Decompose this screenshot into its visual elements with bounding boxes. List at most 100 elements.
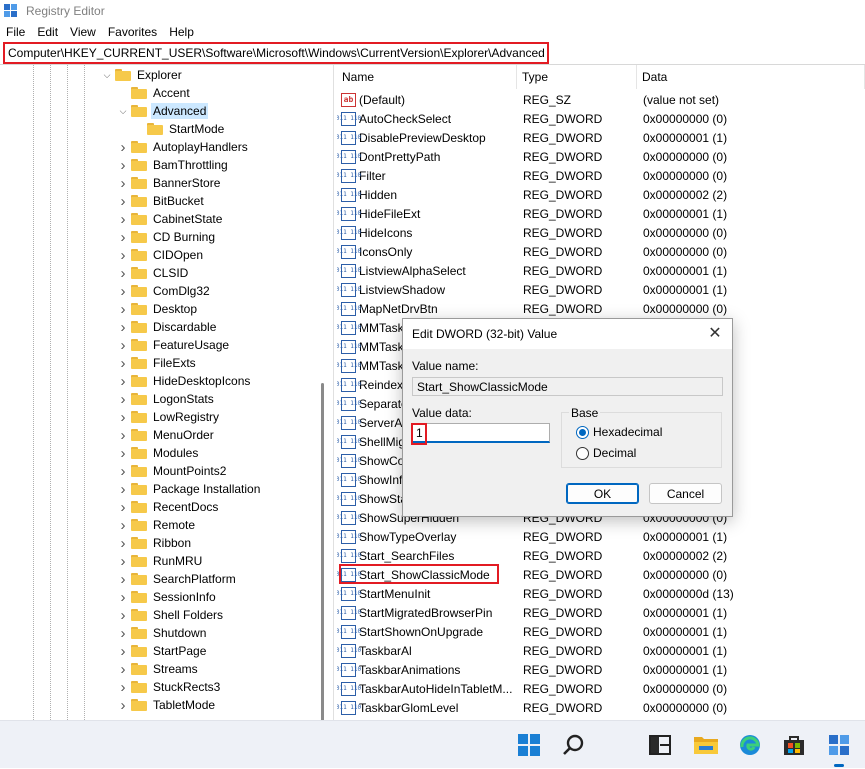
chevron-right-icon[interactable]: ›: [117, 228, 129, 246]
tree-item[interactable]: › Remote: [117, 516, 197, 534]
store-button[interactable]: [776, 721, 812, 769]
column-data[interactable]: Data: [637, 65, 865, 89]
chevron-right-icon[interactable]: ›: [117, 606, 129, 624]
value-row[interactable]: 011 110 DontPrettyPath REG_DWORD 0x00000000…: [337, 147, 865, 166]
value-row[interactable]: 011 110 ListviewShadow REG_DWORD 0x00000001…: [337, 280, 865, 299]
chevron-right-icon[interactable]: ›: [117, 408, 129, 426]
chevron-right-icon[interactable]: ›: [117, 282, 129, 300]
chevron-right-icon[interactable]: ›: [117, 174, 129, 192]
value-row[interactable]: 011 110 IconsOnly REG_DWORD 0x00000000 (0): [337, 242, 865, 261]
value-row[interactable]: 011 110 TaskbarAnimations REG_DWORD 0x00000…: [337, 660, 865, 679]
chevron-right-icon[interactable]: ›: [117, 336, 129, 354]
chevron-right-icon[interactable]: ›: [117, 642, 129, 660]
value-row[interactable]: 011 110 TaskbarGlomLevel REG_DWORD 0x000000…: [337, 698, 865, 717]
tree-item[interactable]: › Shutdown: [117, 624, 208, 642]
value-row[interactable]: ab (Default) REG_SZ (value not set): [337, 90, 865, 109]
chevron-right-icon[interactable]: ›: [117, 444, 129, 462]
tree-item[interactable]: › BitBucket: [117, 192, 206, 210]
column-type[interactable]: Type: [517, 65, 637, 89]
tree-item[interactable]: › Discardable: [117, 318, 218, 336]
column-name[interactable]: Name: [337, 65, 517, 89]
menu-view[interactable]: View: [64, 25, 102, 39]
regedit-taskbar-button[interactable]: [821, 721, 857, 769]
tree-item[interactable]: › HideDesktopIcons: [117, 372, 252, 390]
tree-item[interactable]: › CLSID: [117, 264, 190, 282]
tree-item[interactable]: › MenuOrder: [117, 426, 216, 444]
tree-item[interactable]: › Desktop: [117, 300, 199, 318]
value-row[interactable]: 011 110 ShowTypeOverlay REG_DWORD 0x0000000…: [337, 527, 865, 546]
chevron-right-icon[interactable]: ›: [117, 318, 129, 336]
chevron-right-icon[interactable]: ›: [117, 246, 129, 264]
value-row[interactable]: 011 110 TaskbarAl REG_DWORD 0x00000001 (1): [337, 641, 865, 660]
chevron-right-icon[interactable]: ›: [117, 210, 129, 228]
tree-item[interactable]: › Package Installation: [117, 480, 262, 498]
menu-edit[interactable]: Edit: [31, 25, 64, 39]
chevron-down-icon[interactable]: ⌵: [117, 102, 129, 120]
tree-item[interactable]: › BannerStore: [117, 174, 222, 192]
chevron-right-icon[interactable]: ›: [117, 498, 129, 516]
tree-item[interactable]: › Shell Folders: [117, 606, 225, 624]
chevron-right-icon[interactable]: ›: [117, 660, 129, 678]
tree-item[interactable]: › AutoplayHandlers: [117, 138, 250, 156]
tree-scrollbar[interactable]: [316, 65, 330, 723]
tree-item[interactable]: › LogonStats: [117, 390, 216, 408]
chevron-right-icon[interactable]: ›: [117, 588, 129, 606]
key-tree-pane[interactable]: ⌵ Explorer Accent ⌵ Advanced StartMode › Autopl…: [0, 65, 330, 720]
tree-scrollbar-thumb[interactable]: [321, 383, 324, 723]
value-data-input[interactable]: 1: [412, 423, 550, 443]
chevron-right-icon[interactable]: ›: [117, 390, 129, 408]
tree-item[interactable]: › SessionInfo: [117, 588, 218, 606]
decimal-radio[interactable]: Decimal: [576, 446, 636, 460]
chevron-right-icon[interactable]: ›: [117, 426, 129, 444]
tree-item[interactable]: › Modules: [117, 444, 200, 462]
menu-file[interactable]: File: [0, 25, 31, 39]
chevron-right-icon[interactable]: ›: [117, 678, 129, 696]
chevron-right-icon[interactable]: ›: [117, 264, 129, 282]
chevron-right-icon[interactable]: ›: [117, 552, 129, 570]
value-row[interactable]: 011 110 DisablePreviewDesktop REG_DWORD 0x0…: [337, 128, 865, 147]
file-explorer-button[interactable]: [688, 721, 724, 769]
value-row[interactable]: 011 110 HideFileExt REG_DWORD 0x00000001 (1…: [337, 204, 865, 223]
chevron-right-icon[interactable]: ›: [117, 300, 129, 318]
tree-item[interactable]: Accent: [117, 84, 192, 102]
tree-item[interactable]: › BamThrottling: [117, 156, 230, 174]
chevron-right-icon[interactable]: ›: [117, 570, 129, 588]
tree-item[interactable]: › Streams: [117, 660, 200, 678]
value-row[interactable]: 011 110 Start_SearchFiles REG_DWORD 0x00000…: [337, 546, 865, 565]
value-row[interactable]: 011 110 MapNetDrvBtn REG_DWORD 0x00000000 (…: [337, 299, 865, 318]
ok-button[interactable]: OK: [566, 483, 639, 504]
hexadecimal-radio[interactable]: Hexadecimal: [576, 425, 662, 439]
tree-item[interactable]: ⌵ Explorer: [101, 66, 184, 84]
tree-item[interactable]: › CabinetState: [117, 210, 224, 228]
chevron-right-icon[interactable]: ›: [117, 192, 129, 210]
value-row[interactable]: 011 110 HideIcons REG_DWORD 0x00000000 (0): [337, 223, 865, 242]
chevron-down-icon[interactable]: ⌵: [101, 66, 113, 84]
chevron-right-icon[interactable]: ›: [117, 516, 129, 534]
value-row[interactable]: 011 110 Filter REG_DWORD 0x00000000 (0): [337, 166, 865, 185]
tree-item[interactable]: › StuckRects3: [117, 678, 222, 696]
chevron-right-icon[interactable]: ›: [117, 156, 129, 174]
value-row[interactable]: 011 110 Hidden REG_DWORD 0x00000002 (2): [337, 185, 865, 204]
tree-item[interactable]: ⌵ Advanced: [117, 102, 209, 120]
tree-item[interactable]: › FeatureUsage: [117, 336, 231, 354]
chevron-right-icon[interactable]: ›: [117, 354, 129, 372]
chevron-right-icon[interactable]: ›: [117, 138, 129, 156]
start-button[interactable]: [511, 721, 547, 769]
chevron-right-icon[interactable]: ›: [117, 534, 129, 552]
menu-favorites[interactable]: Favorites: [102, 25, 163, 39]
search-button[interactable]: [556, 721, 592, 769]
menu-help[interactable]: Help: [163, 25, 200, 39]
tree-item[interactable]: › MountPoints2: [117, 462, 228, 480]
chevron-right-icon[interactable]: ›: [117, 624, 129, 642]
tree-item[interactable]: › CD Burning: [117, 228, 217, 246]
chevron-right-icon[interactable]: ›: [117, 462, 129, 480]
cancel-button[interactable]: Cancel: [649, 483, 722, 504]
chevron-right-icon[interactable]: ›: [117, 696, 129, 714]
edge-button[interactable]: [732, 721, 768, 769]
tree-item[interactable]: › RecentDocs: [117, 498, 220, 516]
tree-item[interactable]: › ComDlg32: [117, 282, 212, 300]
tree-item[interactable]: › CIDOpen: [117, 246, 205, 264]
tree-item[interactable]: StartMode: [133, 120, 226, 138]
task-view-button[interactable]: [642, 721, 678, 769]
value-row[interactable]: 011 110 StartShownOnUpgrade REG_DWORD 0x000…: [337, 622, 865, 641]
